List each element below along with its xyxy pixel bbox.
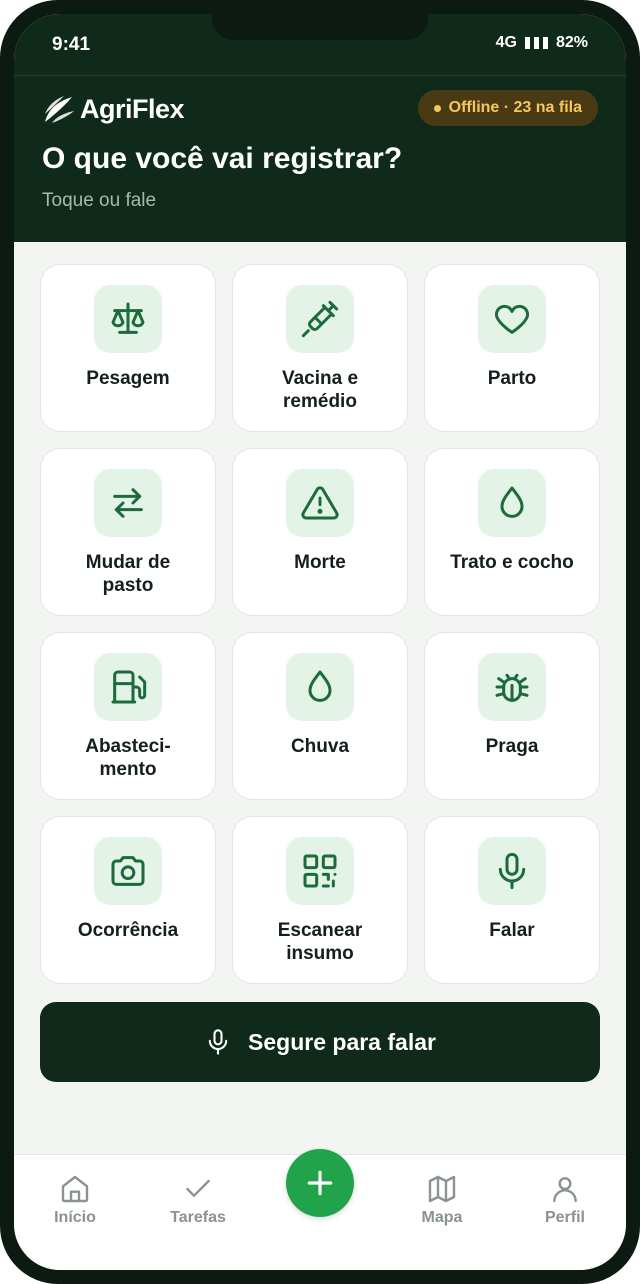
action-tile-pesagem[interactable]: Pesagem: [40, 264, 216, 432]
map-icon: [428, 1175, 456, 1203]
offline-status-badge[interactable]: Offline · 23 na fila: [417, 90, 598, 126]
nav-item-perfil[interactable]: Perfil: [515, 1173, 615, 1227]
status-indicators: 4G 82%: [496, 34, 588, 52]
page-title: O que você vai registrar?: [42, 142, 403, 175]
action-tile-vacina[interactable]: Vacina e remédio: [232, 264, 408, 432]
heart-icon: [478, 285, 546, 353]
leaf-logo-icon: [45, 96, 74, 123]
signal-icon: [524, 37, 548, 49]
action-tile-ocorrencia[interactable]: Ocorrência: [40, 816, 216, 984]
microphone-icon: [478, 837, 546, 905]
swap-arrows-icon: [94, 469, 162, 537]
status-time: 9:41: [52, 34, 91, 55]
action-tile-morte[interactable]: Morte: [232, 448, 408, 616]
hold-to-talk-label: Segure para falar: [248, 1028, 436, 1055]
notch: [212, 14, 428, 40]
action-tile-abastecimento[interactable]: Abasteci- mento: [40, 632, 216, 800]
status-dot-icon: [433, 104, 441, 112]
phone-frame: 9:41 4G 82% AgriFlex Offline · 23 na fil…: [0, 0, 640, 1284]
tile-label: Parto: [487, 368, 537, 389]
battery-label: 82%: [555, 34, 588, 51]
tile-label: Pesagem: [86, 368, 170, 389]
action-tile-trato-cocho[interactable]: Trato e cocho: [424, 448, 600, 616]
qr-code-icon: [286, 837, 354, 905]
brand-logo: AgriFlex: [42, 92, 185, 126]
microphone-icon: [208, 1029, 228, 1055]
home-icon: [61, 1175, 89, 1203]
tile-label: Mudar de pasto: [85, 552, 171, 596]
tile-label: Abasteci- mento: [85, 736, 171, 780]
nav-label: Perfil: [544, 1209, 585, 1226]
tile-label: Falar: [489, 920, 535, 941]
action-tile-chuva[interactable]: Chuva: [232, 632, 408, 800]
nav-item-inicio[interactable]: Início: [25, 1173, 125, 1227]
hold-to-talk-button[interactable]: Segure para falar: [40, 1002, 600, 1082]
action-tile-falar[interactable]: Falar: [424, 816, 600, 984]
nav-label: Tarefas: [170, 1209, 226, 1226]
bug-icon: [478, 653, 546, 721]
action-tile-praga[interactable]: Praga: [424, 632, 600, 800]
screen: 9:41 4G 82% AgriFlex Offline · 23 na fil…: [14, 14, 626, 1270]
add-record-button[interactable]: [286, 1149, 354, 1217]
camera-icon: [94, 837, 162, 905]
tile-label: Vacina e remédio: [281, 368, 359, 412]
fuel-pump-icon: [94, 653, 162, 721]
check-icon: [186, 1179, 210, 1197]
action-grid: Pesagem Vacina e remédio Parto Mudar de …: [40, 264, 600, 984]
action-tile-mudar-pasto[interactable]: Mudar de pasto: [40, 448, 216, 616]
action-tile-escanear-insumo[interactable]: Escanear insumo: [232, 816, 408, 984]
warning-icon: [286, 469, 354, 537]
network-label: 4G: [495, 34, 517, 51]
tile-label: Praga: [485, 736, 539, 757]
tile-label: Morte: [294, 552, 346, 573]
tile-label: Chuva: [290, 736, 350, 757]
bottom-nav: Início Tarefas Mapa Perfil: [14, 1149, 626, 1270]
syringe-icon: [286, 285, 354, 353]
scale-icon: [94, 285, 162, 353]
user-icon: [553, 1177, 577, 1203]
action-tile-parto[interactable]: Parto: [424, 264, 600, 432]
nav-label: Mapa: [421, 1209, 463, 1226]
drop-icon: [286, 653, 354, 721]
nav-item-mapa[interactable]: Mapa: [392, 1173, 492, 1227]
nav-item-tarefas[interactable]: Tarefas: [148, 1173, 248, 1227]
nav-label: Início: [54, 1209, 96, 1226]
header: 9:41 4G 82% AgriFlex Offline · 23 na fil…: [14, 14, 626, 242]
plus-icon: [307, 1170, 333, 1196]
brand-name: AgriFlex: [80, 93, 185, 124]
offline-badge-label: Offline · 23 na fila: [448, 99, 582, 116]
tile-label: Ocorrência: [77, 920, 179, 941]
drop-icon: [478, 469, 546, 537]
page-subtitle: Toque ou fale: [42, 190, 157, 211]
tile-label: Trato e cocho: [450, 552, 574, 573]
tile-label: Escanear insumo: [277, 920, 363, 964]
